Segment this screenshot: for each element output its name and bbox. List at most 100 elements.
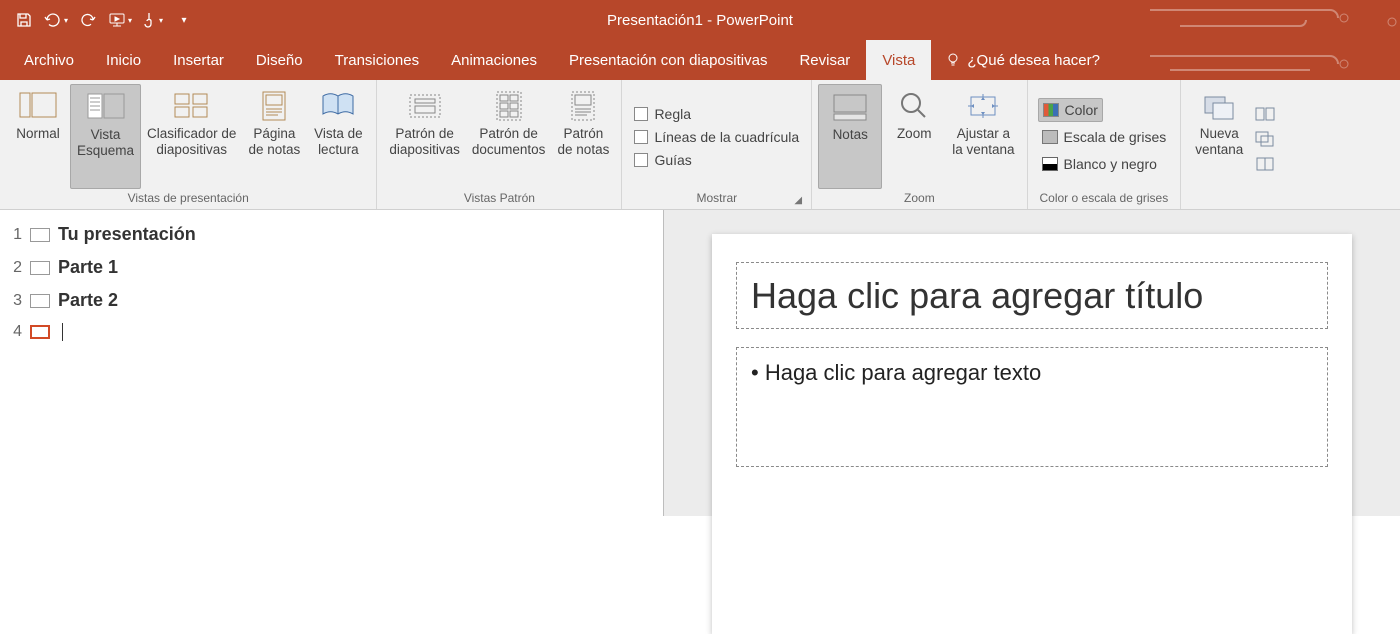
- present-from-beginning-icon: [108, 12, 126, 28]
- zoom-button[interactable]: Zoom: [882, 84, 946, 189]
- customize-qat-button[interactable]: ▾: [170, 6, 198, 34]
- title-placeholder-text: Haga clic para agregar título: [751, 275, 1313, 316]
- grayscale-swatch-icon: [1042, 130, 1058, 144]
- ribbon-tabs: Archivo Inicio Insertar Diseño Transicio…: [0, 40, 1400, 80]
- tab-revisar[interactable]: Revisar: [783, 40, 866, 80]
- tell-me-search[interactable]: ¿Qué desea hacer?: [931, 40, 1114, 80]
- redo-icon: [80, 12, 96, 28]
- checkbox-icon: [634, 107, 648, 121]
- group-label-vistas-presentacion: Vistas de presentación: [6, 189, 370, 209]
- title-placeholder[interactable]: Haga clic para agregar título: [736, 262, 1328, 329]
- outline-text: Parte 1: [58, 257, 118, 278]
- tab-vista[interactable]: Vista: [866, 40, 931, 80]
- lightbulb-icon: [945, 52, 961, 68]
- group-label-ventana: [1187, 189, 1279, 209]
- group-color-grayscale: Color Escala de grises Blanco y negro Co…: [1028, 80, 1182, 209]
- group-ventana: Nuevaventana: [1181, 80, 1285, 209]
- tab-transiciones[interactable]: Transiciones: [319, 40, 435, 80]
- normal-view-icon: [19, 91, 57, 121]
- notes-master-button[interactable]: Patrónde notas: [551, 84, 615, 189]
- app-title: Presentación1 - PowerPoint: [607, 12, 793, 29]
- group-mostrar: Regla Líneas de la cuadrícula Guías Most…: [622, 80, 812, 209]
- color-mode-button[interactable]: Color: [1038, 98, 1103, 122]
- outline-item[interactable]: 1 Tu presentación: [4, 218, 659, 251]
- ruler-checkbox[interactable]: Regla: [632, 104, 693, 124]
- outline-number: 2: [8, 259, 22, 277]
- undo-icon: [44, 12, 62, 28]
- color-swatch-icon: [1043, 103, 1059, 117]
- black-white-swatch-icon: [1042, 157, 1058, 171]
- present-from-beginning-button[interactable]: ▾: [106, 6, 134, 34]
- group-label-vistas-patron: Vistas Patrón: [383, 189, 615, 209]
- tab-archivo[interactable]: Archivo: [8, 40, 90, 80]
- titlebar: ▾ ▾ ▾ ▾ Presentación1 - PowerPoint: [0, 0, 1400, 40]
- group-zoom: Notas Zoom Ajustar ala ventana Zoom: [812, 80, 1027, 209]
- checkbox-icon: [634, 130, 648, 144]
- group-label-mostrar: Mostrar ◢: [628, 189, 805, 209]
- dropdown-caret-icon: ▾: [128, 16, 132, 25]
- body-placeholder[interactable]: Haga clic para agregar texto: [736, 347, 1328, 467]
- slide-sorter-button[interactable]: Clasificador dediapositivas: [141, 84, 242, 189]
- tab-diseno[interactable]: Diseño: [240, 40, 319, 80]
- outline-item[interactable]: 3 Parte 2: [4, 284, 659, 317]
- checkbox-icon: [634, 153, 648, 167]
- slide-thumb-icon: [30, 325, 50, 339]
- normal-view-button[interactable]: Normal: [6, 84, 70, 189]
- decorative-lines-icon: [1140, 0, 1400, 40]
- tab-presentacion[interactable]: Presentación con diapositivas: [553, 40, 783, 80]
- tab-inicio[interactable]: Inicio: [90, 40, 157, 80]
- mostrar-dialog-launcher[interactable]: ◢: [791, 193, 805, 207]
- outline-item[interactable]: 4: [4, 317, 659, 347]
- cascade-icon[interactable]: [1255, 131, 1275, 147]
- move-split-icon[interactable]: [1255, 156, 1275, 172]
- slide-master-icon: [406, 91, 444, 121]
- notes-icon: [832, 92, 868, 122]
- tell-me-placeholder: ¿Qué desea hacer?: [967, 52, 1100, 69]
- normal-view-label: Normal: [16, 126, 60, 142]
- group-vistas-patron: Patrón dediapositivas Patrón dedocumento…: [377, 80, 622, 209]
- reading-view-icon: [320, 91, 356, 121]
- guides-checkbox[interactable]: Guías: [632, 150, 693, 170]
- notes-button[interactable]: Notas: [818, 84, 882, 189]
- undo-button[interactable]: ▾: [42, 6, 70, 34]
- customize-qat-icon: ▾: [181, 15, 186, 26]
- group-vistas-presentacion: Normal VistaEsquema Clasificador dediapo…: [0, 80, 377, 209]
- quick-access-toolbar: ▾ ▾ ▾ ▾: [0, 6, 198, 34]
- reading-view-button[interactable]: Vista delectura: [306, 84, 370, 189]
- fit-to-window-icon: [965, 91, 1001, 121]
- tab-animaciones[interactable]: Animaciones: [435, 40, 553, 80]
- outline-pane[interactable]: 1 Tu presentación 2 Parte 1 3 Parte 2 4: [0, 210, 664, 516]
- handout-master-icon: [493, 90, 525, 122]
- outline-number: 3: [8, 292, 22, 310]
- workspace: 1 Tu presentación 2 Parte 1 3 Parte 2 4 …: [0, 210, 1400, 516]
- black-white-mode-button[interactable]: Blanco y negro: [1038, 152, 1161, 176]
- dropdown-caret-icon: ▾: [64, 16, 68, 25]
- outline-item[interactable]: 2 Parte 1: [4, 251, 659, 284]
- fit-to-window-button[interactable]: Ajustar ala ventana: [946, 84, 1020, 189]
- outline-number: 4: [8, 323, 22, 341]
- new-window-button[interactable]: Nuevaventana: [1187, 84, 1251, 189]
- save-button[interactable]: [10, 6, 38, 34]
- touch-mode-button[interactable]: ▾: [138, 6, 166, 34]
- slide-editor-area[interactable]: Haga clic para agregar título Haga clic …: [664, 210, 1400, 516]
- notes-page-button[interactable]: Páginade notas: [242, 84, 306, 189]
- grayscale-mode-button[interactable]: Escala de grises: [1038, 125, 1171, 149]
- gridlines-checkbox[interactable]: Líneas de la cuadrícula: [632, 127, 801, 147]
- notes-page-icon: [259, 90, 289, 122]
- touch-mode-icon: [141, 11, 157, 29]
- text-cursor-icon: [62, 323, 63, 341]
- new-window-icon: [1201, 91, 1237, 121]
- zoom-icon: [898, 90, 930, 122]
- slide-thumb-icon: [30, 228, 50, 242]
- tab-insertar[interactable]: Insertar: [157, 40, 240, 80]
- handout-master-button[interactable]: Patrón dedocumentos: [466, 84, 552, 189]
- arrange-all-icon[interactable]: [1255, 106, 1275, 122]
- redo-button[interactable]: [74, 6, 102, 34]
- slide-master-button[interactable]: Patrón dediapositivas: [383, 84, 466, 189]
- slide-sorter-icon: [173, 91, 211, 121]
- group-label-color: Color o escala de grises: [1034, 189, 1175, 209]
- slide-canvas[interactable]: Haga clic para agregar título Haga clic …: [712, 234, 1352, 634]
- decorative-lines-icon: [1140, 40, 1400, 80]
- dropdown-caret-icon: ▾: [159, 16, 163, 25]
- outline-view-button[interactable]: VistaEsquema: [70, 84, 141, 189]
